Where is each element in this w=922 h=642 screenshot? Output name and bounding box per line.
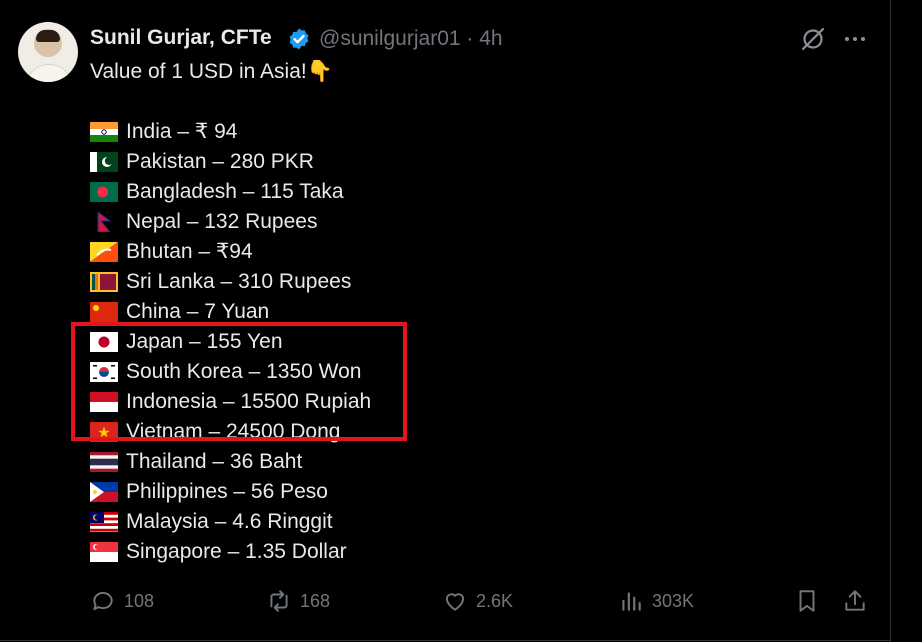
list-item: China – 7 Yuan: [90, 297, 371, 327]
malaysia-flag-icon: [90, 512, 118, 532]
nepal-flag-icon: [97, 212, 112, 232]
reply-icon: [93, 591, 113, 611]
indonesia-flag-icon: [90, 392, 118, 412]
heart-icon: [445, 593, 465, 611]
list-item: Japan – 155 Yen: [90, 327, 371, 357]
repost-button[interactable]: 168: [266, 587, 330, 615]
list-item: Sri Lanka – 310 Rupees: [90, 267, 371, 297]
grok-icon[interactable]: [800, 26, 826, 52]
share-button[interactable]: [842, 587, 876, 615]
list-item-text: Bhutan – ₹94: [126, 240, 253, 263]
share-icon: [845, 590, 865, 611]
bangladesh-flag-icon: [90, 182, 118, 202]
post-divider: [0, 640, 890, 641]
singapore-flag-icon: [90, 542, 118, 562]
list-item: Nepal – 132 Rupees: [90, 207, 371, 237]
list-item-text: Singapore – 1.35 Dollar: [126, 540, 347, 563]
pakistan-flag-icon: [90, 152, 118, 172]
bookmark-icon: [799, 590, 815, 612]
repost-icon: [270, 590, 288, 612]
reply-button[interactable]: 108: [90, 587, 154, 615]
list-item-text: Bangladesh – 115 Taka: [126, 180, 344, 203]
list-item-text: China – 7 Yuan: [126, 300, 270, 323]
more-options-icon[interactable]: [842, 27, 868, 51]
list-item: Bhutan – ₹94: [90, 237, 371, 267]
views-icon: [622, 592, 641, 611]
list-item: Pakistan – 280 PKR: [90, 147, 371, 177]
like-button[interactable]: 2.6K: [442, 587, 513, 615]
list-item: South Korea – 1350 Won: [90, 357, 371, 387]
list-item-text: Indonesia – 15500 Rupiah: [126, 390, 372, 413]
list-item: India – ₹ 94: [90, 117, 371, 147]
list-item-text: Philippines – 56 Peso: [126, 480, 328, 503]
list-item: Vietnam – 24500 Dong: [90, 417, 371, 447]
vietnam-flag-icon: [90, 422, 118, 442]
views-count: 303K: [652, 590, 695, 611]
author-name[interactable]: Sunil Gurjar, CFTe: [90, 26, 272, 50]
verified-badge-icon: [289, 28, 309, 50]
sri-lanka-flag-icon: [90, 272, 118, 292]
list-item: Thailand – 36 Baht: [90, 447, 371, 477]
author-avatar[interactable]: [18, 22, 78, 82]
repost-count: 168: [300, 590, 331, 611]
india-flag-icon: [90, 122, 118, 142]
list-item-text: Nepal – 132 Rupees: [126, 210, 318, 233]
list-item: Indonesia – 15500 Rupiah: [90, 387, 371, 417]
bhutan-flag-icon: [90, 242, 118, 262]
list-item-text: Sri Lanka – 310 Rupees: [126, 270, 352, 293]
timeline-border-right: [890, 0, 891, 642]
like-count: 2.6K: [476, 590, 514, 611]
list-item-text: Thailand – 36 Baht: [126, 450, 303, 473]
list-item: Malaysia – 4.6 Ringgit: [90, 507, 371, 537]
list-item: Philippines – 56 Peso: [90, 477, 371, 507]
list-item-text: Malaysia – 4.6 Ringgit: [126, 510, 333, 533]
list-item: Singapore – 1.35 Dollar: [90, 537, 371, 567]
post-headline: Value of 1 USD in Asia!👇: [90, 60, 333, 83]
currency-list: India – ₹ 94 Pakistan – 280 PKR Banglade…: [90, 117, 371, 567]
list-item: Bangladesh – 115 Taka: [90, 177, 371, 207]
philippines-flag-icon: [90, 482, 118, 502]
bookmark-button[interactable]: [794, 587, 828, 615]
views-button[interactable]: 303K: [618, 587, 694, 615]
post-actions: 108 168 2.6K 303K: [90, 587, 870, 615]
list-item-text: Japan – 155 Yen: [126, 330, 283, 353]
china-flag-icon: [90, 302, 118, 322]
list-item-text: Vietnam – 24500 Dong: [126, 420, 341, 443]
reply-count: 108: [124, 590, 155, 611]
japan-flag-icon: [90, 332, 118, 352]
thailand-flag-icon: [90, 452, 118, 472]
author-handle-timestamp[interactable]: @sunilgurjar01 · 4h: [319, 27, 503, 51]
list-item-text: South Korea – 1350 Won: [126, 360, 362, 383]
south-korea-flag-icon: [90, 362, 118, 382]
list-item-text: India – ₹ 94: [126, 120, 238, 143]
list-item-text: Pakistan – 280 PKR: [126, 150, 314, 173]
